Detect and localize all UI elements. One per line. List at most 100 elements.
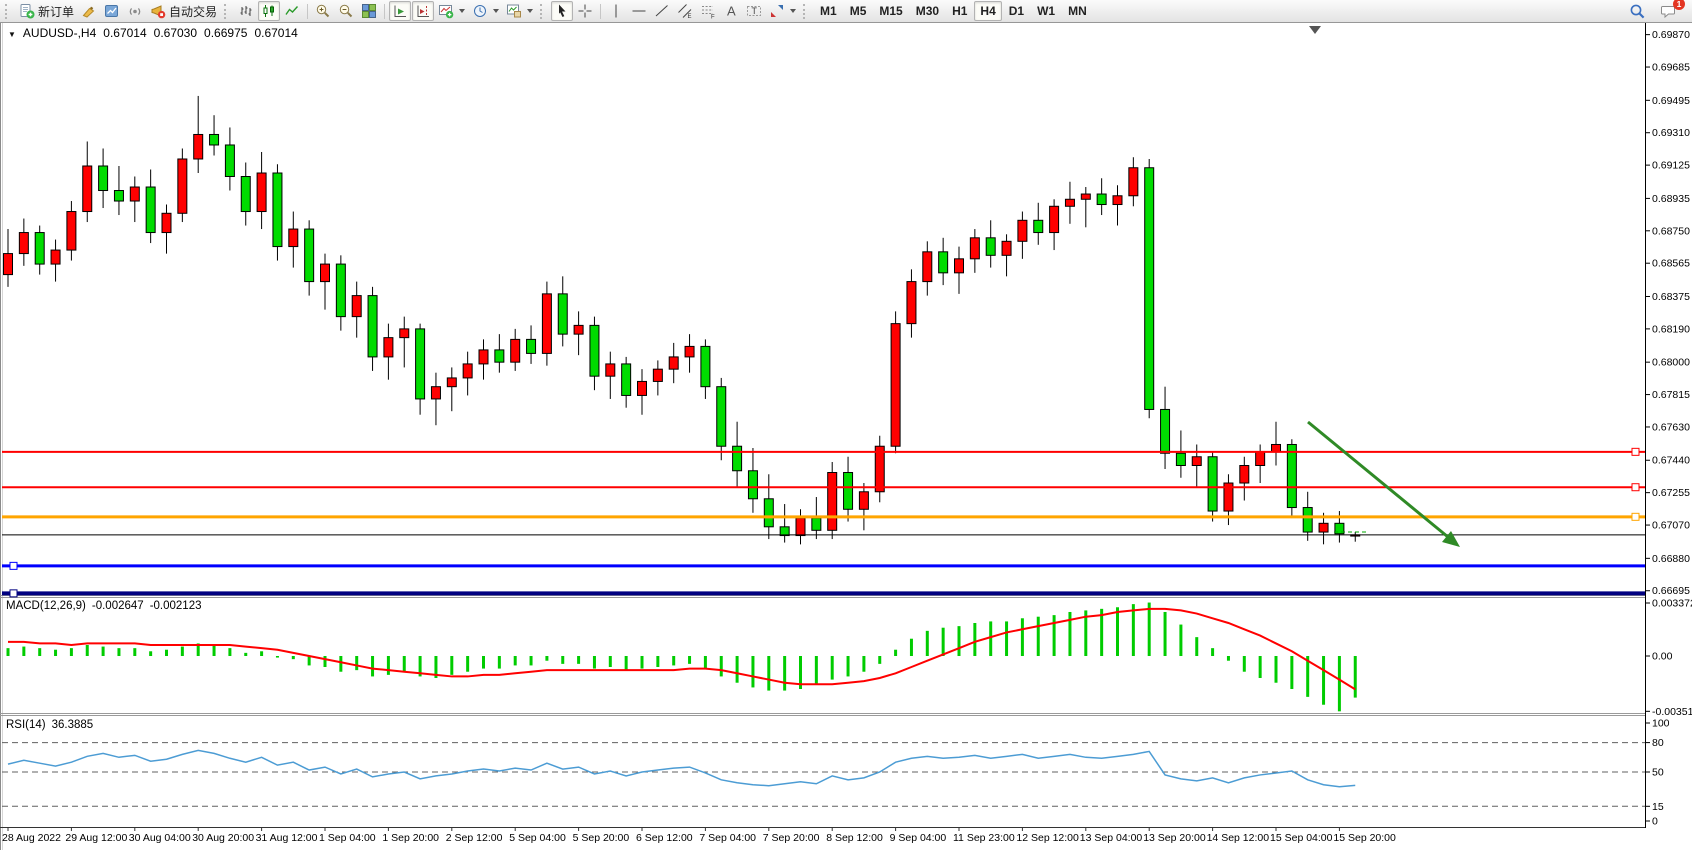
styler-button[interactable] [78,1,100,21]
support-line-orange-handle[interactable] [1632,513,1639,520]
macd-label: MACD(12,26,9) [6,600,86,612]
new-order-button[interactable]: 新订单 [16,1,77,21]
timeframe-h1[interactable]: H1 [946,1,973,21]
notifications-button[interactable]: 1 [1657,1,1680,21]
price-tick-label: 0.69125 [1652,160,1690,172]
template-icon [506,3,522,19]
market-watch-button[interactable] [101,1,123,21]
candle-body [1240,466,1249,484]
market-watch-icon [104,3,120,19]
macd-axis-label: 0.00 [1652,651,1673,663]
candle-body [114,191,123,202]
rsi-axis-label: 50 [1652,767,1664,779]
timeframe-m30[interactable]: M30 [910,1,945,21]
bar-chart-button[interactable] [235,1,257,21]
timeframe-d1[interactable]: D1 [1003,1,1030,21]
candle-body [764,499,773,527]
toolbar-grip[interactable] [803,4,809,19]
price-tick-label: 0.66880 [1652,553,1690,565]
price-tick-label: 0.66695 [1652,585,1690,597]
tile-windows-icon [361,3,377,19]
date-tick-label: 6 Sep 12:00 [636,832,693,844]
zoom-in-icon [315,3,331,19]
chart-symbol: AUDUSD-,H4 [23,26,96,40]
chart-shift-marker[interactable] [1309,26,1321,34]
toolbar-separator [307,4,308,19]
rsi-value: 36.3885 [52,719,94,731]
candle-body [479,350,488,364]
toolbar-separator [600,4,601,19]
line-chart-button[interactable] [281,1,303,21]
macd-indicator-header: MACD(12,26,9)-0.002647-0.002123 [6,600,207,612]
label-button[interactable]: T [743,1,765,21]
support-line-blue-handle[interactable] [10,562,17,569]
chevron-down-icon [459,9,465,13]
candle-body [1097,194,1106,205]
chart-shift-button[interactable] [412,1,434,21]
resistance-line-1-handle[interactable] [1632,448,1639,455]
styler-brush-icon [81,3,97,19]
indicators-icon [438,3,454,19]
signals-button[interactable] [124,1,146,21]
chevron-down-icon[interactable]: ▼ [8,30,16,39]
price-tick-label: 0.69495 [1652,95,1690,107]
date-tick-label: 1 Sep 20:00 [382,832,439,844]
svg-text:A: A [727,4,736,19]
arrows-icon [769,3,785,19]
timeframe-m5[interactable]: M5 [844,1,873,21]
timeframe-m15[interactable]: M15 [873,1,908,21]
text-icon: A [723,3,739,19]
zoom-out-button[interactable] [335,1,357,21]
rsi-axis-label: 15 [1652,801,1664,813]
text-button[interactable]: A [720,1,742,21]
crosshair-button[interactable] [574,1,596,21]
date-tick-label: 7 Sep 04:00 [699,832,756,844]
candle-body [669,357,678,369]
date-tick-label: 29 Aug 12:00 [65,832,127,844]
channel-button[interactable]: E [674,1,696,21]
date-tick-label: 28 Aug 2022 [2,832,61,844]
indicators-button[interactable] [435,1,468,21]
resistance-line-2-handle[interactable] [1632,484,1639,491]
cursor-button[interactable] [551,1,573,21]
zoom-in-button[interactable] [312,1,334,21]
toolbar-grip[interactable] [540,4,546,19]
arrows-button[interactable] [766,1,799,21]
candle-body [178,159,187,213]
timeframe-mn[interactable]: MN [1062,1,1093,21]
price-tick-label: 0.69310 [1652,127,1690,139]
chevron-down-icon [493,9,499,13]
macd-axis-label: 0.003372 [1652,597,1692,609]
timeframe-h4[interactable]: H4 [974,1,1001,21]
toolbar-separator [384,4,385,19]
candlestick-chart-icon [261,3,277,19]
candle-body [939,252,948,273]
trend-arrow[interactable] [1308,422,1448,537]
chart-canvas[interactable]: 0.698700.696850.694950.693100.691250.689… [0,23,1692,850]
new-order-label: 新订单 [38,3,74,20]
support-line-navy-handle[interactable] [10,590,17,597]
candle-body [590,325,599,376]
horizontal-line-button[interactable] [628,1,650,21]
candle-body [1208,457,1217,511]
auto-trading-button[interactable]: 自动交易 [147,1,220,21]
toolbar-grip[interactable] [5,4,11,19]
fibonacci-button[interactable]: F [697,1,719,21]
date-tick-label: 13 Sep 04:00 [1080,832,1143,844]
tile-windows-button[interactable] [358,1,380,21]
timeframe-m1[interactable]: M1 [814,1,843,21]
trendline-button[interactable] [651,1,673,21]
timeframe-w1[interactable]: W1 [1031,1,1061,21]
price-tick-label: 0.67815 [1652,389,1690,401]
template-button[interactable] [503,1,536,21]
candlestick-chart-button[interactable] [258,1,280,21]
auto-scroll-button[interactable] [389,1,411,21]
search-button[interactable] [1626,1,1649,21]
toolbar-grip[interactable] [224,4,230,19]
vertical-line-button[interactable] [605,1,627,21]
price-tick-label: 0.68750 [1652,225,1690,237]
date-tick-label: 7 Sep 20:00 [763,832,820,844]
candle-body [83,166,92,212]
periods-button[interactable] [469,1,502,21]
candle-body [194,134,203,159]
